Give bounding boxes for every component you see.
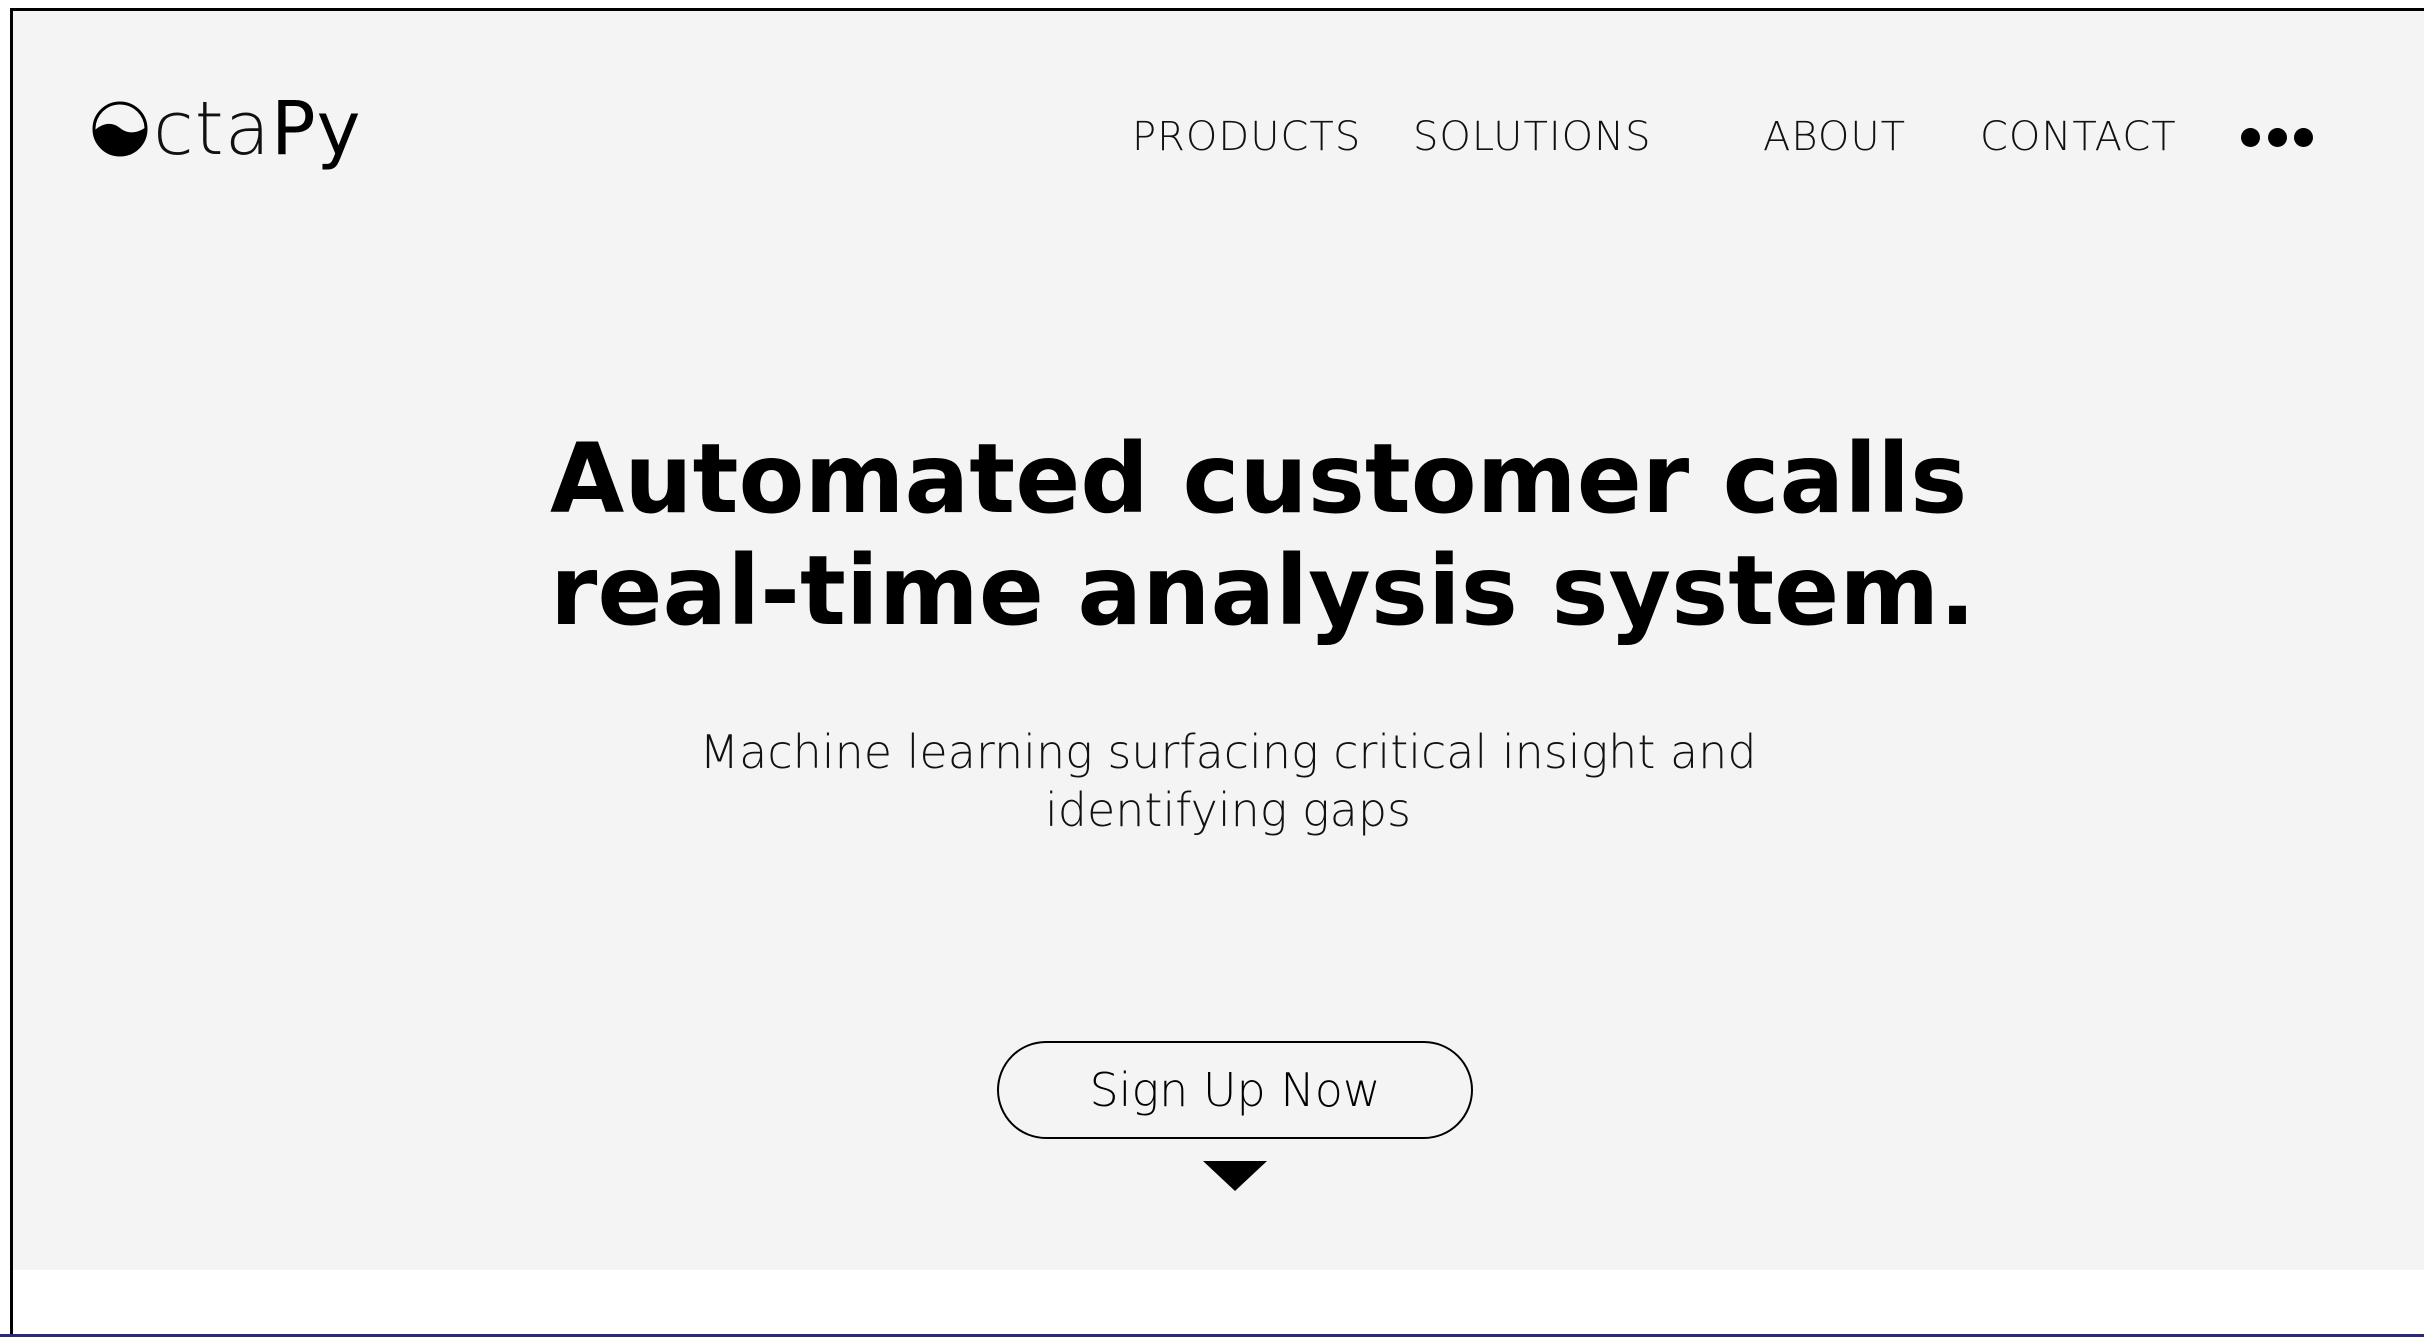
nav-item-solutions[interactable]: SOLUTIONS <box>1413 107 1651 167</box>
main-nav: PRODUCTS SOLUTIONS ABOUT CONTACT <box>13 107 2424 167</box>
hero-headline: Automated customer calls real-time analy… <box>550 423 2050 647</box>
hero-subheadline: Machine learning surfacing critical insi… <box>613 723 1843 839</box>
nav-item-about[interactable]: ABOUT <box>1763 107 1906 167</box>
more-dots-icon[interactable] <box>2241 125 2313 149</box>
dot <box>2294 127 2313 147</box>
page-frame: ctaPy PRODUCTS SOLUTIONS ABOUT CONTACT A… <box>10 8 2424 1335</box>
hero-subheadline-line-1: Machine learning surfacing critical insi… <box>699 725 1757 779</box>
sign-up-button[interactable]: Sign Up Now <box>997 1041 1473 1139</box>
nav-item-products[interactable]: PRODUCTS <box>1132 107 1361 167</box>
hero-subheadline-line-2: identifying gaps <box>1045 783 1411 837</box>
nav-item-contact[interactable]: CONTACT <box>1980 107 2177 167</box>
hero-headline-line-2: real-time analysis system. <box>550 535 1976 647</box>
hero-section: ctaPy PRODUCTS SOLUTIONS ABOUT CONTACT A… <box>13 11 2424 1270</box>
hero-headline-line-1: Automated customer calls <box>550 423 1968 535</box>
triangle-down-icon[interactable] <box>1203 1161 1267 1191</box>
dot <box>2267 127 2287 147</box>
dot <box>2241 127 2260 147</box>
